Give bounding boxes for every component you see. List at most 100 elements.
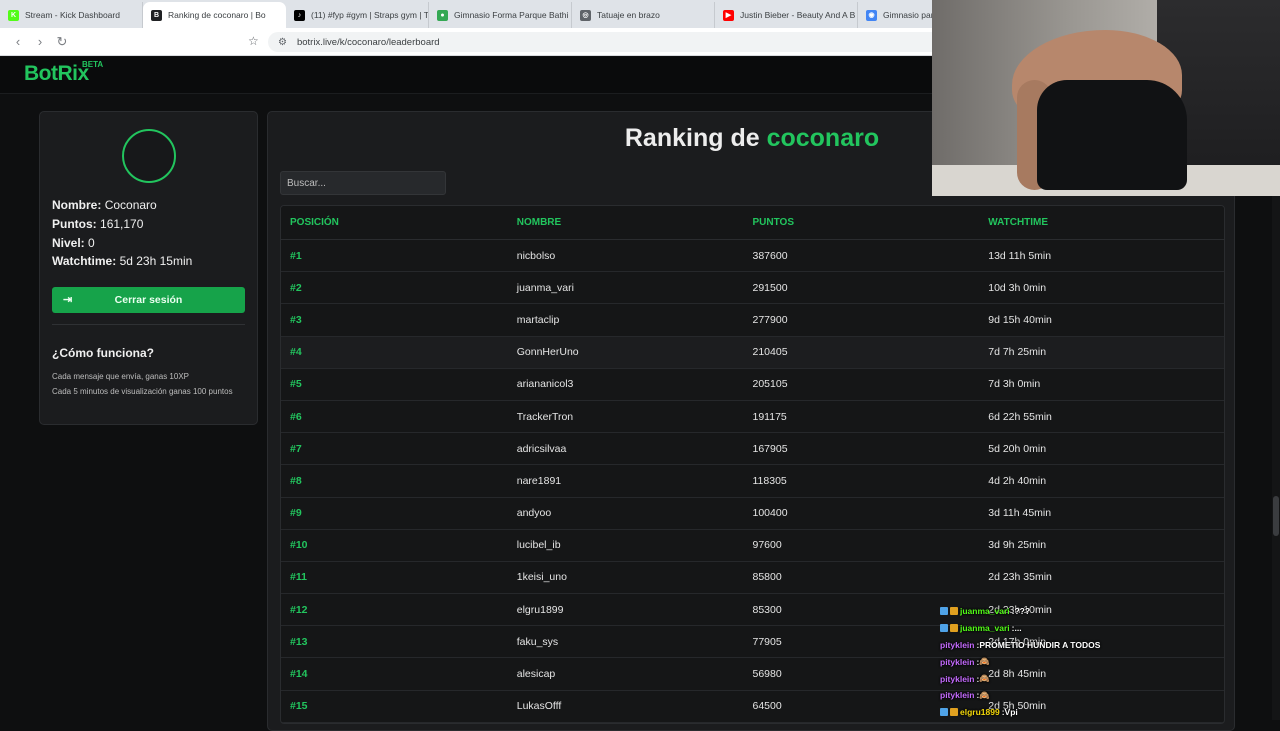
url-text: botrix.live/k/coconaro/leaderboard (296, 36, 440, 48)
level-label: Nivel: (52, 236, 85, 250)
chat-username[interactable]: pityklein (940, 690, 974, 700)
points-cell: 210405 (752, 346, 788, 359)
username-cell: nare1891 (516, 474, 562, 487)
chat-message: pityklein : 🙈 (940, 653, 1270, 670)
chat-username[interactable]: juanma_vari (960, 623, 1010, 633)
crown-badge-icon (950, 708, 958, 717)
chat-text: ??? (1014, 606, 1031, 617)
youtube-icon: ▶ (723, 9, 734, 21)
table-row[interactable]: #4 GonnHerUno 210405 7d 7h 25min (281, 336, 1224, 369)
maps-pin-icon: ● (437, 9, 448, 21)
browser-tab[interactable]: ♪ (11) #fyp #gym | Straps gym | T (286, 2, 429, 28)
webcam-overlay (932, 0, 1280, 196)
rank-cell: #14 (290, 668, 308, 681)
browser-tab[interactable]: K Stream - Kick Dashboard (0, 2, 143, 28)
table-row[interactable]: #2 juanma_vari 291500 10d 3h 0min (281, 272, 1224, 305)
page-scrollbar[interactable] (1272, 196, 1280, 720)
moderator-badge-icon (940, 607, 948, 616)
botrix-logo[interactable]: BotRix BETA (24, 60, 103, 86)
profile-watchtime: Watchtime: 5d 23h 15min (52, 254, 192, 268)
points-cell: 387600 (752, 249, 788, 262)
watchtime-cell: 5d 20h 0min (988, 442, 1047, 455)
watchtime-cell: 13d 11h 5min (988, 249, 1052, 262)
username-cell: GonnHerUno (516, 346, 579, 359)
chat-username[interactable]: pityklein (940, 640, 974, 650)
logout-label: Cerrar sesión (114, 294, 183, 306)
crown-badge-icon (950, 607, 958, 616)
column-header-name[interactable]: NOMBRE (517, 217, 753, 228)
chat-text: 🙈 (979, 656, 990, 667)
watchtime-cell: 3d 9h 25min (988, 539, 1047, 552)
chat-message: juanma_vari : ... (940, 620, 1270, 637)
name-label: Nombre: (52, 198, 102, 212)
chat-username[interactable]: pityklein (940, 657, 974, 667)
chat-text: PROMETIO HUNDIR A TODOS (979, 639, 1101, 650)
points-label: Puntos: (52, 217, 97, 231)
name-value: Coconaro (104, 198, 157, 212)
back-icon[interactable]: ‹ (8, 32, 28, 52)
column-header-points[interactable]: PUNTOS (753, 217, 989, 228)
chat-username[interactable]: pityklein (940, 674, 974, 684)
browser-tab[interactable]: B Ranking de coconaro | Bo (143, 2, 286, 28)
watchtime-cell: 7d 3h 0min (988, 378, 1041, 391)
points-cell: 100400 (752, 507, 788, 520)
table-row[interactable]: #10 lucibel_ib 97600 3d 9h 25min (281, 530, 1224, 562)
browser-tab-title: Gimnasio parq (883, 10, 939, 20)
table-row[interactable]: #5 ariananicol3 205105 7d 3h 0min (281, 369, 1224, 401)
username-cell: juanma_vari (516, 281, 574, 294)
search-input[interactable]: Buscar... (280, 171, 446, 195)
column-header-position[interactable]: POSICIÓN (281, 217, 517, 228)
browser-tab[interactable]: ◎ Tatuaje en brazo (572, 2, 715, 28)
browser-tab-title: Ranking de coconaro | Bo (168, 10, 266, 20)
column-header-watchtime[interactable]: WATCHTIME (988, 217, 1224, 228)
table-row[interactable]: #6 TrackerTron 191175 6d 22h 55min (281, 401, 1224, 434)
reload-icon[interactable]: ↻ (52, 32, 72, 52)
browser-tab-title: (11) #fyp #gym | Straps gym | T (311, 10, 429, 20)
chat-message: elgru1899 : Vpi (940, 704, 1270, 721)
table-row[interactable]: #8 nare1891 118305 4d 2h 40min (281, 465, 1224, 498)
rank-cell: #13 (290, 635, 308, 648)
crown-badge-icon (950, 624, 958, 633)
chat-text: 🙈 (979, 689, 990, 700)
watchtime-cell: 10d 3h 0min (988, 281, 1047, 294)
username-cell: alesicap (516, 668, 556, 681)
watchtime-cell: 6d 22h 55min (988, 410, 1052, 423)
forward-icon[interactable]: › (30, 32, 50, 52)
scrollbar-thumb[interactable] (1273, 496, 1279, 536)
site-info-icon[interactable]: ⚙ (278, 37, 287, 48)
rank-cell: #2 (290, 281, 302, 294)
browser-tab-title: Tatuaje en brazo (597, 10, 660, 20)
table-row[interactable]: #3 martaclip 277900 9d 15h 40min (281, 304, 1224, 337)
chat-message: juanma_vari : ??? (940, 603, 1270, 620)
logout-button[interactable]: ⇥ Cerrar sesión (52, 287, 245, 313)
rank-cell: #8 (290, 474, 302, 487)
rank-cell: #7 (290, 442, 302, 455)
points-cell: 205105 (752, 378, 788, 391)
table-row[interactable]: #7 adricsilvaa 167905 5d 20h 0min (281, 433, 1224, 466)
username-cell: elgru1899 (516, 603, 564, 616)
chat-username[interactable]: juanma_vari (960, 606, 1010, 616)
bookmark-icon[interactable]: ☆ (248, 34, 259, 48)
browser-tab-title: Gimnasio Forma Parque Bathi (454, 10, 569, 20)
table-row[interactable]: #11 1keisi_uno 85800 2d 23h 35min (281, 562, 1224, 595)
address-bar[interactable]: ⚙ botrix.live/k/coconaro/leaderboard (268, 32, 948, 52)
chat-text: 🙈 (979, 673, 990, 684)
browser-tab[interactable]: ● Gimnasio Forma Parque Bathi (429, 2, 572, 28)
profile-card: Nombre: Coconaro Puntos: 161,170 Nivel: … (39, 111, 258, 425)
username-cell: LukasOfff (516, 700, 562, 713)
browser-tab[interactable]: ▶ Justin Bieber - Beauty And A B (715, 2, 858, 28)
table-row[interactable]: #1 nicbolso 387600 13d 11h 5min (281, 240, 1224, 273)
moderator-badge-icon (940, 624, 948, 633)
rank-cell: #3 (290, 313, 302, 326)
chat-text: Vpi (1004, 707, 1018, 718)
points-cell: 85800 (752, 571, 782, 584)
chat-username[interactable]: elgru1899 (960, 707, 1000, 717)
points-cell: 167905 (752, 442, 788, 455)
table-row[interactable]: #9 andyoo 100400 3d 11h 45min (281, 498, 1224, 530)
username-cell: nicbolso (516, 249, 556, 262)
watchtime-cell: 4d 2h 40min (988, 474, 1047, 487)
rank-cell: #6 (290, 410, 302, 423)
username-cell: adricsilvaa (516, 442, 567, 455)
username-cell: lucibel_ib (516, 539, 561, 552)
points-cell: 291500 (752, 281, 788, 294)
